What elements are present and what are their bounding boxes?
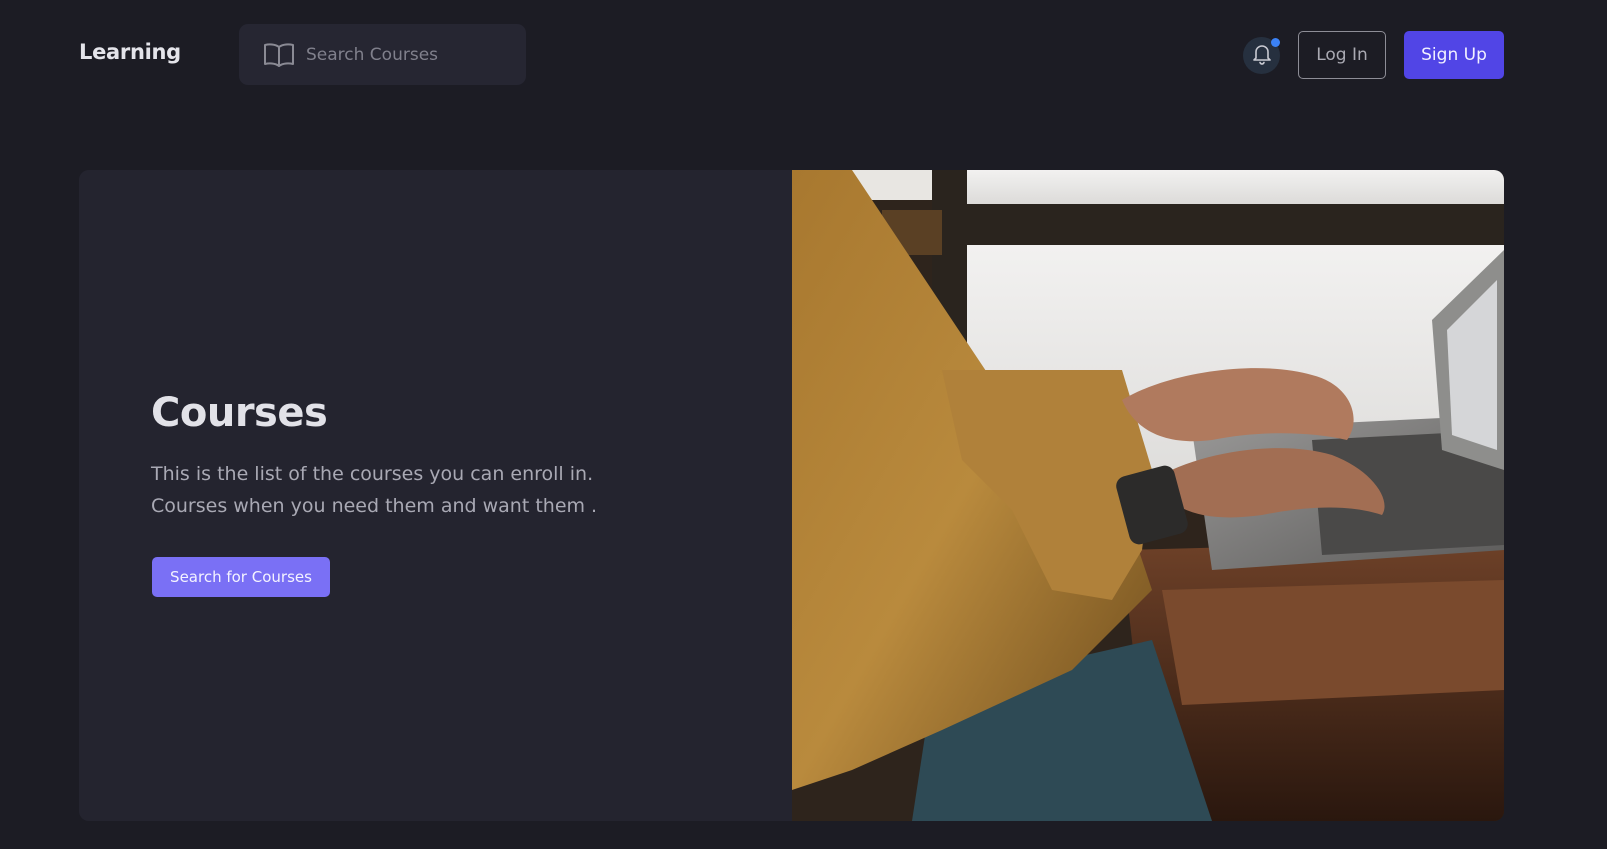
bell-icon <box>1252 43 1272 69</box>
hero-description: This is the list of the courses you can … <box>151 458 671 522</box>
hero-description-line: This is the list of the courses you can … <box>151 463 594 485</box>
login-button[interactable]: Log In <box>1298 31 1386 79</box>
search-box[interactable] <box>239 24 526 85</box>
signup-button[interactable]: Sign Up <box>1404 31 1504 79</box>
page-title: Courses <box>151 390 328 436</box>
search-for-courses-button[interactable]: Search for Courses <box>152 557 330 597</box>
notifications-button[interactable] <box>1243 37 1280 74</box>
search-courses-input[interactable] <box>306 44 506 65</box>
book-open-icon <box>263 41 295 69</box>
top-navigation: Learning Log In Sign Up <box>0 0 1607 110</box>
brand-logo-text[interactable]: Learning <box>79 40 181 64</box>
hero-description-line: Courses when you need them and want them… <box>151 495 598 517</box>
photo-person-typing-on-laptop <box>792 170 1504 821</box>
hero-card: Courses This is the list of the courses … <box>79 170 1504 821</box>
hero-text-panel: Courses This is the list of the courses … <box>79 170 792 821</box>
hero-image <box>792 170 1504 821</box>
unread-indicator-dot <box>1271 38 1280 47</box>
